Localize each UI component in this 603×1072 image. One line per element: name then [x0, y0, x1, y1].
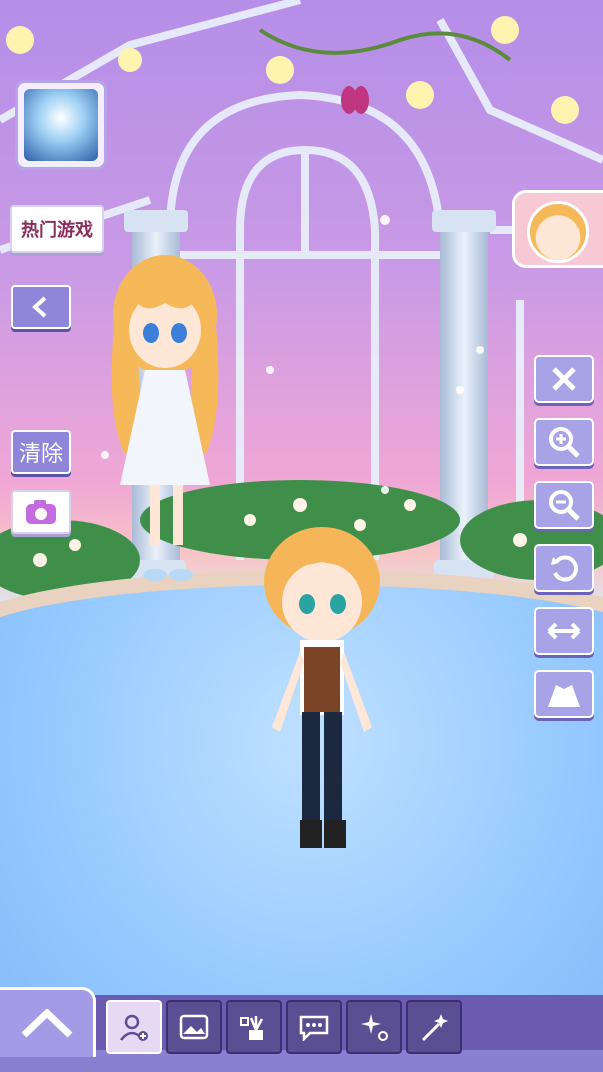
- chevron-left-icon: [32, 296, 47, 318]
- magic-wand-icon: [421, 1014, 448, 1042]
- back-button[interactable]: [11, 285, 71, 329]
- zoom-out-icon: [549, 490, 580, 521]
- expand-tray-button[interactable]: [0, 987, 96, 1057]
- boy-character[interactable]: [252, 512, 392, 857]
- image-icon: [179, 1014, 209, 1040]
- plant-pot-icon: [240, 1016, 264, 1040]
- girl-character[interactable]: [95, 245, 235, 585]
- tab-background[interactable]: [166, 1000, 222, 1054]
- clear-button[interactable]: 清除: [11, 430, 71, 474]
- outfit-button[interactable]: [534, 670, 594, 718]
- hot-games-button[interactable]: 热门游戏: [10, 205, 104, 253]
- rotate-icon: [551, 555, 579, 582]
- tab-props[interactable]: [226, 1000, 282, 1054]
- avatar-image: [24, 89, 98, 161]
- hot-games-label: 热门游戏: [21, 220, 93, 241]
- speech-bubble-icon: [299, 1015, 329, 1041]
- tab-magic[interactable]: [406, 1000, 462, 1054]
- character-head-icon: [527, 201, 589, 263]
- game-avatar-button[interactable]: [15, 80, 107, 170]
- zoom-in-button[interactable]: [534, 418, 594, 466]
- chevron-up-icon: [21, 1008, 72, 1038]
- camera-icon: [26, 500, 56, 524]
- game-scene: 热门游戏 清除: [0, 0, 603, 1072]
- rotate-button[interactable]: [534, 544, 594, 592]
- zoom-out-button[interactable]: [534, 481, 594, 529]
- tab-speech-bubble[interactable]: [286, 1000, 342, 1054]
- camera-button[interactable]: [11, 490, 71, 534]
- zoom-in-icon: [549, 427, 580, 458]
- close-icon: [552, 367, 576, 391]
- character-select-button[interactable]: [512, 190, 603, 268]
- flip-icon: [547, 622, 581, 640]
- clear-label: 清除: [18, 442, 63, 467]
- tab-add-character[interactable]: [106, 1000, 162, 1054]
- tab-effects[interactable]: [346, 1000, 402, 1054]
- sparkle-icon: [361, 1014, 388, 1041]
- outfit-icon: [548, 685, 580, 707]
- close-button[interactable]: [534, 355, 594, 403]
- flip-button[interactable]: [534, 607, 594, 655]
- add-person-icon: [120, 1014, 148, 1041]
